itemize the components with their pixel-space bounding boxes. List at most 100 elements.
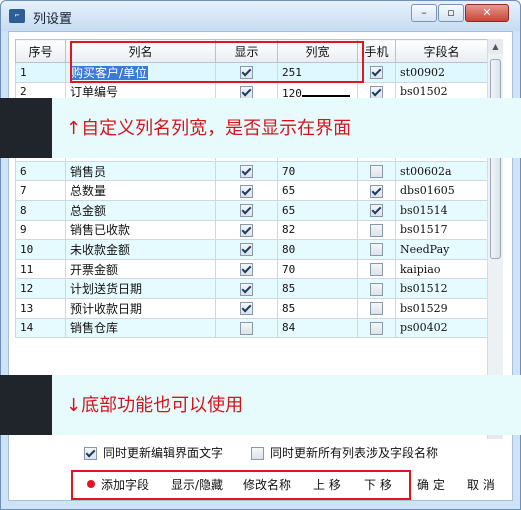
table-row[interactable]: 6 销售员 70 st00602a xyxy=(15,160,488,182)
row-width[interactable]: 82 xyxy=(277,219,358,241)
sync-edit-checkbox[interactable] xyxy=(84,447,97,460)
minimize-button[interactable]: – xyxy=(411,4,437,22)
show-checkbox[interactable] xyxy=(240,263,253,277)
show-checkbox[interactable] xyxy=(240,165,253,179)
show-cell[interactable] xyxy=(215,239,278,260)
header-index[interactable]: 序号 xyxy=(15,39,66,63)
mobile-cell[interactable] xyxy=(357,219,396,241)
mobile-checkbox[interactable] xyxy=(370,282,383,296)
show-cell[interactable] xyxy=(215,62,278,83)
table-row[interactable]: 11 开票金额 70 kaipiao xyxy=(15,258,488,280)
table-row[interactable]: 10 未收款金额 80 NeedPay xyxy=(15,239,488,260)
mobile-checkbox[interactable] xyxy=(370,85,383,99)
show-cell[interactable] xyxy=(215,180,278,201)
row-width[interactable]: 85 xyxy=(277,297,358,319)
show-cell[interactable] xyxy=(215,199,278,221)
show-cell[interactable] xyxy=(215,219,278,241)
table-row[interactable]: 9 销售已收款 82 bs01517 xyxy=(15,219,488,241)
show-checkbox[interactable] xyxy=(240,302,253,316)
row-index: 14 xyxy=(15,317,66,339)
table-row[interactable]: 13 预计收款日期 85 bs01529 xyxy=(15,297,488,319)
row-width[interactable]: 251 xyxy=(277,62,358,83)
mobile-checkbox[interactable] xyxy=(370,184,383,198)
table-row[interactable]: 12 计划送货日期 85 bs01512 xyxy=(15,278,488,299)
mobile-checkbox[interactable] xyxy=(370,321,383,335)
row-name[interactable]: 总金额 xyxy=(65,199,216,221)
mobile-cell[interactable] xyxy=(357,317,396,339)
row-width[interactable]: 70 xyxy=(277,160,358,182)
table-row[interactable]: 1 购买客户/单位 251 st00902 xyxy=(15,62,488,83)
row-width[interactable]: 84 xyxy=(277,317,358,339)
row-width[interactable]: 65 xyxy=(277,199,358,221)
mobile-checkbox[interactable] xyxy=(370,165,383,179)
sync-all-checkbox[interactable] xyxy=(251,447,264,460)
header-width[interactable]: 列宽 xyxy=(277,39,358,63)
scroll-thumb[interactable] xyxy=(490,59,501,259)
show-cell[interactable] xyxy=(215,278,278,299)
row-name[interactable]: 计划送货日期 xyxy=(65,278,216,299)
show-checkbox[interactable] xyxy=(240,66,253,80)
table-row[interactable]: 8 总金额 65 bs01514 xyxy=(15,199,488,221)
mobile-cell[interactable] xyxy=(357,278,396,299)
show-checkbox[interactable] xyxy=(240,184,253,198)
mobile-checkbox[interactable] xyxy=(370,66,383,80)
name-edit-input[interactable]: 购买客户/单位 xyxy=(70,65,149,80)
row-width[interactable]: 85 xyxy=(277,278,358,299)
move-down-button[interactable]: 下 移 xyxy=(364,476,392,493)
row-name[interactable]: 销售已收款 xyxy=(65,219,216,241)
row-name[interactable]: 销售仓库 xyxy=(65,317,216,339)
mobile-cell[interactable] xyxy=(357,258,396,280)
row-index: 8 xyxy=(15,199,66,221)
mobile-cell[interactable] xyxy=(357,62,396,83)
show-checkbox[interactable] xyxy=(240,321,253,335)
show-cell[interactable] xyxy=(215,160,278,182)
header-show[interactable]: 显示 xyxy=(215,39,278,63)
show-checkbox[interactable] xyxy=(240,282,253,296)
row-name[interactable]: 总数量 xyxy=(65,180,216,201)
header-name[interactable]: 列名 xyxy=(65,39,216,63)
sync-edit-option[interactable]: 同时更新编辑界面文字 xyxy=(84,444,223,461)
mobile-checkbox[interactable] xyxy=(370,302,383,316)
mobile-checkbox[interactable] xyxy=(370,223,383,237)
show-hide-button[interactable]: 显示/隐藏 xyxy=(171,476,223,493)
mobile-cell[interactable] xyxy=(357,297,396,319)
scroll-up-arrow-icon[interactable]: ▲ xyxy=(488,39,503,54)
sync-all-option[interactable]: 同时更新所有列表涉及字段名称 xyxy=(251,444,438,461)
row-width[interactable]: 70 xyxy=(277,258,358,280)
header-mobile[interactable]: 手机 xyxy=(357,39,396,63)
show-cell[interactable] xyxy=(215,258,278,280)
row-index: 11 xyxy=(15,258,66,280)
show-checkbox[interactable] xyxy=(240,243,253,257)
show-cell[interactable] xyxy=(215,297,278,319)
table-row[interactable]: 7 总数量 65 dbs01605 xyxy=(15,180,488,201)
mobile-cell[interactable] xyxy=(357,180,396,201)
record-dot-icon xyxy=(87,480,95,488)
mobile-cell[interactable] xyxy=(357,239,396,260)
show-cell[interactable] xyxy=(215,317,278,339)
table-row[interactable]: 14 销售仓库 84 ps00402 xyxy=(15,317,488,339)
row-name[interactable]: 开票金额 xyxy=(65,258,216,280)
show-checkbox[interactable] xyxy=(240,85,253,99)
close-button[interactable]: ✕ xyxy=(465,4,509,22)
ok-button[interactable]: 确 定 xyxy=(417,476,445,493)
width-edit-input[interactable] xyxy=(301,84,350,97)
mobile-checkbox[interactable] xyxy=(370,204,383,218)
rename-button[interactable]: 修改名称 xyxy=(243,476,291,493)
maximize-button[interactable]: ▫ xyxy=(438,4,464,22)
row-name[interactable]: 购买客户/单位 xyxy=(65,62,216,83)
mobile-cell[interactable] xyxy=(357,160,396,182)
row-name[interactable]: 预计收款日期 xyxy=(65,297,216,319)
move-up-button[interactable]: 上 移 xyxy=(313,476,341,493)
row-width[interactable]: 80 xyxy=(277,239,358,260)
row-name[interactable]: 销售员 xyxy=(65,160,216,182)
show-checkbox[interactable] xyxy=(240,204,253,218)
show-checkbox[interactable] xyxy=(240,223,253,237)
header-field[interactable]: 字段名 xyxy=(395,39,488,63)
mobile-cell[interactable] xyxy=(357,199,396,221)
mobile-checkbox[interactable] xyxy=(370,243,383,257)
row-width[interactable]: 65 xyxy=(277,180,358,201)
cancel-button[interactable]: 取 消 xyxy=(467,476,495,493)
mobile-checkbox[interactable] xyxy=(370,263,383,277)
row-name[interactable]: 未收款金额 xyxy=(65,239,216,260)
add-field-button[interactable]: 添加字段 xyxy=(87,476,149,493)
